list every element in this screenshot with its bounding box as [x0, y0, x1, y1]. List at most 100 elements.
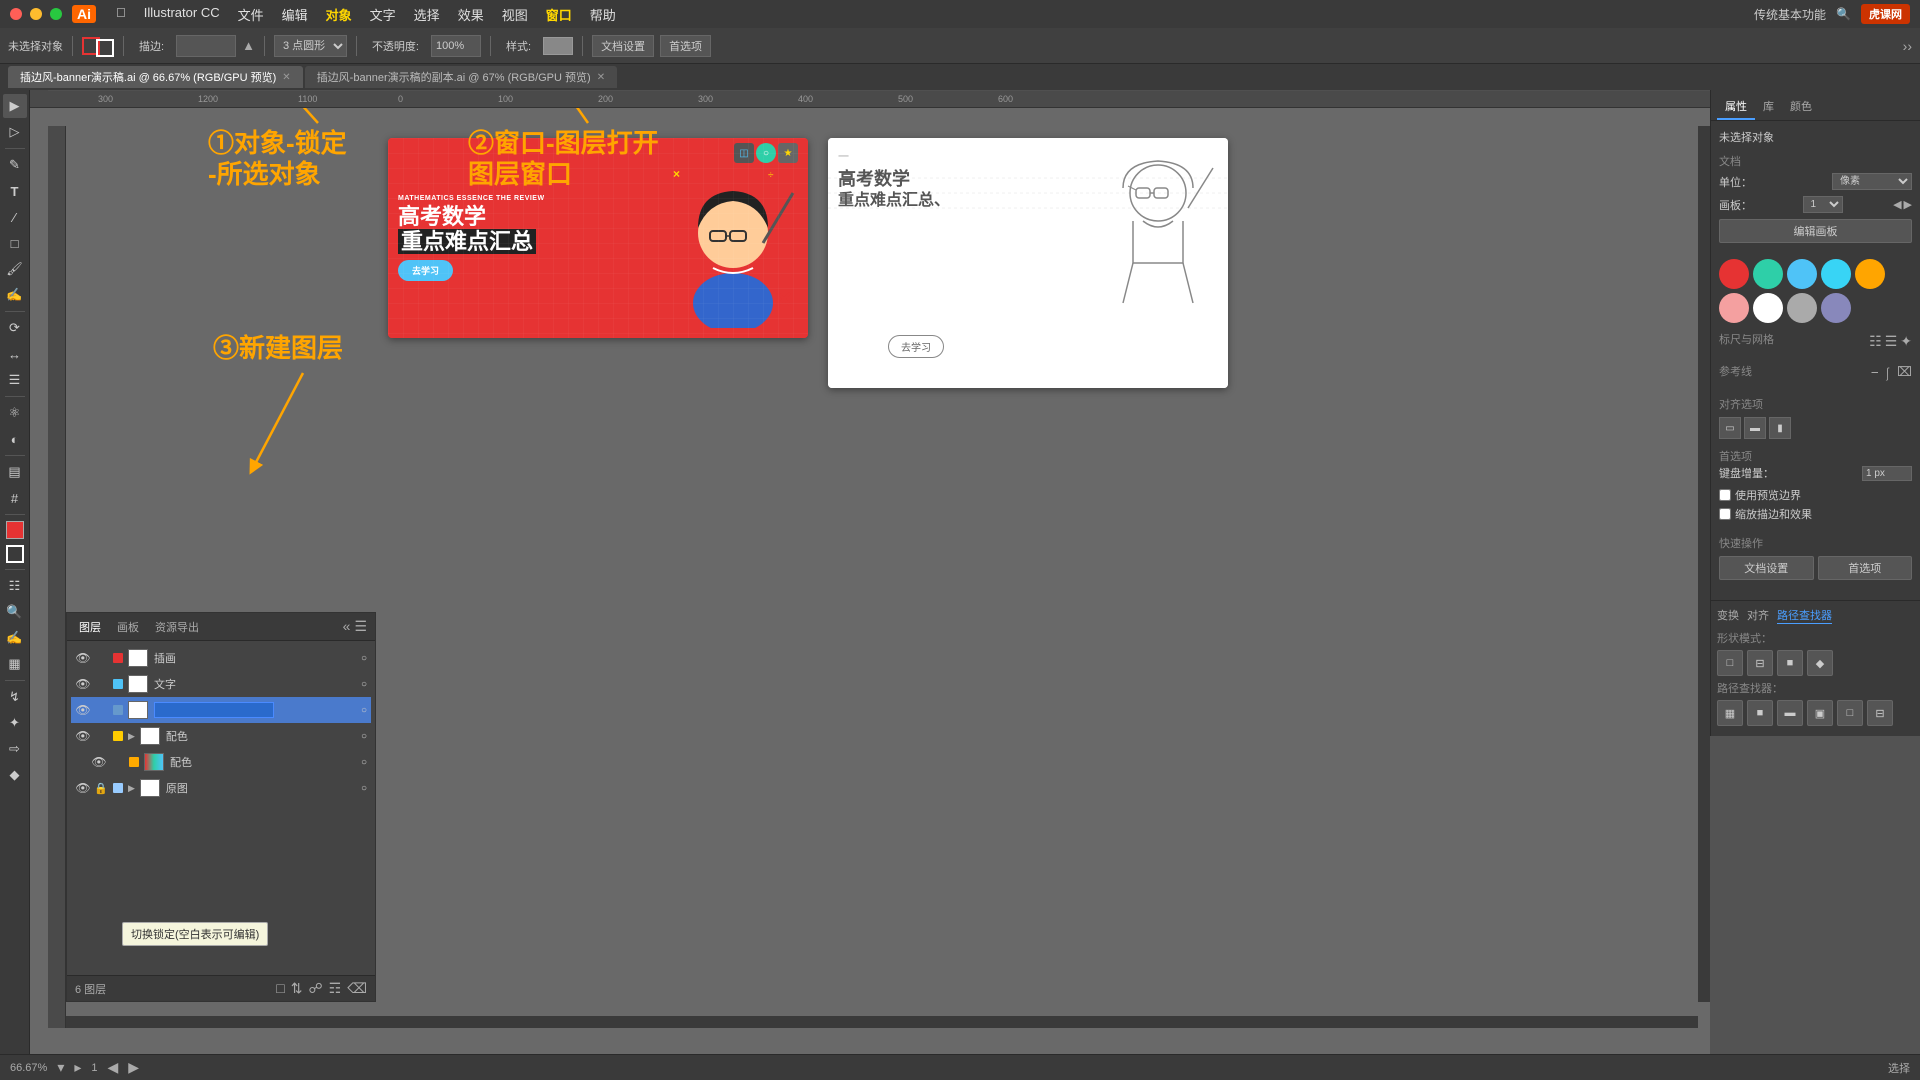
eye-icon-colors-sub[interactable]: 👁	[91, 754, 107, 770]
rp-tab-library[interactable]: 库	[1755, 94, 1782, 120]
swatch-orange[interactable]	[1855, 259, 1885, 289]
layers-new-layer-btn[interactable]: □	[276, 980, 284, 997]
select-tool[interactable]: ▶	[3, 94, 27, 118]
tab-1-close[interactable]: ✕	[282, 72, 290, 83]
menu-apple[interactable]: 	[116, 5, 126, 24]
layers-copy-btn[interactable]: ☍	[308, 980, 322, 997]
swatch-teal[interactable]	[1753, 259, 1783, 289]
pencil-tool[interactable]: ✍	[3, 283, 27, 307]
layer-item-text[interactable]: 👁 文字 ○	[71, 671, 371, 697]
artboard-next-btn[interactable]: ▶	[128, 1059, 139, 1076]
align-center-btn[interactable]: ▬	[1744, 417, 1766, 439]
menu-view[interactable]: 视图	[502, 5, 528, 24]
pf-outline-btn[interactable]: □	[1837, 700, 1863, 726]
grid2-icon[interactable]: ☰	[1885, 333, 1898, 350]
stroke-swatch[interactable]	[96, 39, 114, 57]
banner-btn[interactable]: 去学习	[398, 260, 453, 281]
layers-tab-artboard[interactable]: 画板	[113, 617, 143, 637]
tab-2-close[interactable]: ✕	[597, 72, 605, 83]
menu-effects[interactable]: 效果	[458, 5, 484, 24]
fill-color-btn[interactable]	[6, 521, 24, 539]
blend-tool[interactable]: ◐	[3, 427, 27, 451]
menu-text[interactable]: 文字	[370, 5, 396, 24]
layer-item-illustration[interactable]: 👁 插画 ○	[71, 645, 371, 671]
swatch-light-blue[interactable]	[1787, 259, 1817, 289]
preview-bounds-checkbox[interactable]	[1719, 489, 1731, 501]
artboard-prev-btn[interactable]: ◀	[108, 1059, 119, 1076]
lock-icon-original[interactable]: 🔒	[94, 781, 108, 795]
swatch-white[interactable]	[1753, 293, 1783, 323]
ref-icon2[interactable]: ⎰	[1881, 364, 1894, 383]
edit-artboard-btn[interactable]: 编辑画板	[1719, 219, 1912, 243]
eyedropper-tool[interactable]: ⚛	[3, 401, 27, 425]
panel-toggle-btn[interactable]: ››	[1903, 38, 1912, 54]
pf-merge-btn[interactable]: ▬	[1777, 700, 1803, 726]
expand-arrow-colors[interactable]: ▶	[128, 731, 135, 742]
rp-doc-settings-btn[interactable]: 文档设置	[1719, 556, 1814, 580]
shape-builder-tool[interactable]: ◆	[3, 763, 27, 787]
layers-tab-layers[interactable]: 图层	[75, 617, 105, 637]
layer-item-editing[interactable]: 👁 ○	[71, 697, 371, 723]
board-next-btn[interactable]: ▶	[1904, 198, 1912, 211]
free-transform-tool[interactable]: ⇨	[3, 737, 27, 761]
layers-panel[interactable]: 图层 画板 资源导出 « ☰ 👁	[66, 612, 376, 1002]
scrollbar-vertical[interactable]	[1698, 126, 1710, 1002]
align-right-btn[interactable]: ▮	[1769, 417, 1791, 439]
board-prev-btn[interactable]: ◀	[1893, 198, 1901, 211]
close-button[interactable]	[10, 8, 22, 20]
brush-tool[interactable]: 🖌	[3, 257, 27, 281]
swatch-cyan[interactable]	[1821, 259, 1851, 289]
banner-document[interactable]: MATHEMATICS ESSENCE THE REVIEW 高考数学 重点难点…	[388, 138, 808, 338]
rlp-tab-transform[interactable]: 变换	[1717, 607, 1739, 624]
swatch-gray[interactable]	[1787, 293, 1817, 323]
keyboard-increment-input[interactable]	[1862, 466, 1912, 481]
swatch-pink[interactable]	[1719, 293, 1749, 323]
grid-icon[interactable]: ☷	[1869, 333, 1882, 350]
rp-board-select[interactable]: 1	[1803, 196, 1843, 213]
scale-strokes-checkbox[interactable]	[1719, 508, 1731, 520]
search-icon[interactable]: 🔍	[1836, 7, 1851, 21]
menu-file[interactable]: 文件	[238, 5, 264, 24]
menu-edit[interactable]: 编辑	[282, 5, 308, 24]
line-tool[interactable]: ∕	[3, 205, 27, 229]
warp-tool[interactable]: ☰	[3, 368, 27, 392]
minimize-button[interactable]	[30, 8, 42, 20]
shape-select[interactable]: 3 点圆形	[274, 35, 347, 57]
lock-icon-editing[interactable]	[94, 703, 108, 717]
menu-select[interactable]: 选择	[414, 5, 440, 24]
type-tool[interactable]: T	[3, 179, 27, 203]
layer-item-original[interactable]: 👁 🔒 ▶ 原图 ○	[71, 775, 371, 801]
rlp-tab-pathfinder[interactable]: 路径查找器	[1777, 607, 1832, 624]
menu-help[interactable]: 帮助	[590, 5, 616, 24]
zoom-out-btn[interactable]: ▾	[57, 1059, 64, 1076]
rlp-tab-align[interactable]: 对齐	[1747, 607, 1769, 624]
lock-icon-colors[interactable]	[94, 729, 108, 743]
sketch-document[interactable]: 一 高考数学 重点难点汇总、 去学习	[828, 138, 1228, 388]
tab-1[interactable]: 插边风-banner演示稿.ai @ 66.67% (RGB/GPU 预览) ✕	[8, 66, 303, 88]
menu-object[interactable]: 对象	[326, 5, 352, 24]
gradient-tool[interactable]: ▤	[3, 460, 27, 484]
pf-crop-btn[interactable]: ▣	[1807, 700, 1833, 726]
canvas-area[interactable]: 300 1200 1100 0 100 200 300 400 500 600	[30, 90, 1710, 1054]
rotate-tool[interactable]: ⟳	[3, 316, 27, 340]
stroke-arrow[interactable]: ▲	[242, 38, 255, 53]
chart-tool[interactable]: ▦	[3, 652, 27, 676]
shape-unite-btn[interactable]: □	[1717, 650, 1743, 676]
layers-delete-btn[interactable]: ⌫	[347, 980, 367, 997]
align-left-btn[interactable]: ▭	[1719, 417, 1741, 439]
mesh-tool[interactable]: #	[3, 486, 27, 510]
layers-duplicate-btn[interactable]: ☶	[329, 980, 342, 997]
layer-item-colors-sub[interactable]: 👁 配色 ○	[71, 749, 371, 775]
layers-tab-export[interactable]: 资源导出	[151, 617, 203, 637]
expand-arrow-original[interactable]: ▶	[128, 783, 135, 794]
zoom-tool[interactable]: 🔍	[3, 600, 27, 624]
swatch-purple-gray[interactable]	[1821, 293, 1851, 323]
pf-trim-btn[interactable]: ■	[1747, 700, 1773, 726]
eye-icon-text[interactable]: 👁	[75, 676, 91, 692]
pf-minus-back-btn[interactable]: ⊟	[1867, 700, 1893, 726]
direct-select-tool[interactable]: ▷	[3, 120, 27, 144]
doc-settings-toolbar-btn[interactable]: 文档设置	[592, 35, 654, 57]
rp-tab-properties[interactable]: 属性	[1717, 94, 1755, 120]
transform-icon[interactable]: ✦	[1900, 333, 1912, 350]
swatch-red[interactable]	[1719, 259, 1749, 289]
